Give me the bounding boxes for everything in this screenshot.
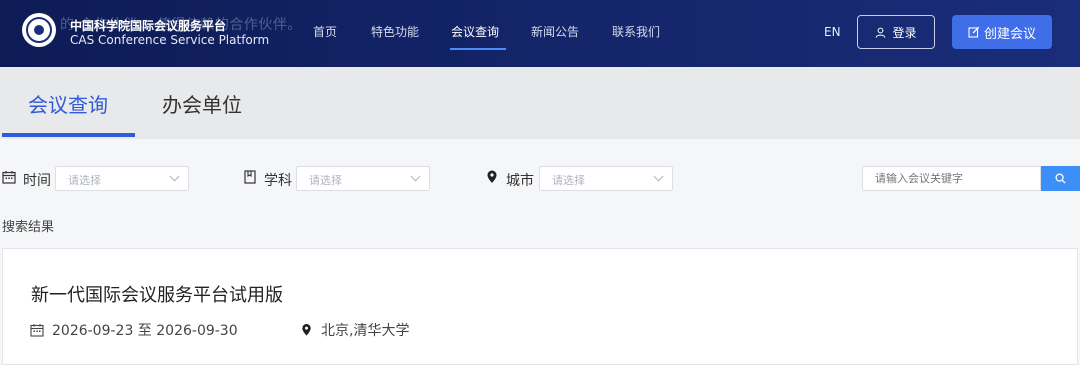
conference-date: 2026-09-23 至 2026-09-30 [30, 320, 238, 340]
subject-select-placeholder: 请选择 [309, 174, 342, 187]
city-select[interactable]: 请选择 [539, 166, 673, 191]
tab-organizers[interactable]: 办会单位 [162, 89, 242, 118]
chevron-down-icon [653, 171, 664, 182]
search-button[interactable] [1041, 166, 1080, 191]
time-filter-label: 时间 [23, 173, 51, 189]
user-icon [876, 27, 886, 38]
city-filter-label: 城市 [506, 173, 534, 189]
keyword-search-input[interactable] [862, 166, 1041, 191]
conference-date-range: 2026-09-23 至 2026-09-30 [52, 323, 238, 339]
calendar-icon [2, 171, 16, 184]
active-nav-underline [450, 48, 506, 50]
calendar-icon [30, 324, 44, 337]
nav-item-features[interactable]: 特色功能 [371, 23, 419, 40]
nav-item-contact[interactable]: 联系我们 [612, 23, 660, 40]
conference-title[interactable]: 新一代国际会议服务平台试用版 [31, 281, 283, 307]
book-icon [244, 170, 256, 184]
brand-name-english[interactable]: CAS Conference Service Platform [70, 33, 269, 47]
time-select-placeholder: 请选择 [68, 174, 101, 187]
conference-location-text: 北京,清华大学 [321, 323, 410, 339]
conference-card[interactable]: 新一代国际会议服务平台试用版 2026-09-23 至 2026-09-30 北… [2, 248, 1078, 365]
location-pin-icon [487, 170, 497, 183]
chevron-down-icon [410, 171, 421, 182]
language-switch[interactable]: EN [824, 25, 841, 39]
create-conference-label: 创建会议 [983, 26, 1036, 42]
nav-item-home[interactable]: 首页 [313, 23, 337, 40]
search-results-label: 搜索结果 [2, 220, 55, 235]
location-pin-icon [302, 323, 311, 336]
content-tab-bar: 会议查询 办会单位 [0, 67, 1080, 139]
subject-filter-label: 学科 [264, 173, 292, 189]
tab-conference-search[interactable]: 会议查询 [28, 89, 108, 118]
conference-location: 北京,清华大学 [300, 320, 409, 340]
active-tab-underline [2, 133, 135, 137]
cas-logo-icon[interactable] [22, 13, 56, 47]
edit-icon [968, 26, 980, 38]
nav-item-conference-search[interactable]: 会议查询 [451, 23, 499, 40]
chevron-down-icon [169, 171, 180, 182]
time-select[interactable]: 请选择 [55, 166, 189, 191]
subject-select[interactable]: 请选择 [296, 166, 430, 191]
search-icon [1055, 173, 1066, 184]
top-navigation-bar: 的 合作伙伴。 值得信赖的合作伙伴。 中国科学院国际会议服务平台 CAS Con… [0, 0, 1080, 67]
brand-name-chinese[interactable]: 中国科学院国际会议服务平台 [70, 17, 226, 34]
login-button[interactable]: 登录 [857, 15, 935, 49]
login-button-label: 登录 [892, 25, 917, 40]
nav-item-news[interactable]: 新闻公告 [531, 23, 579, 40]
create-conference-button[interactable]: 创建会议 [952, 15, 1052, 49]
city-select-placeholder: 请选择 [552, 174, 585, 187]
